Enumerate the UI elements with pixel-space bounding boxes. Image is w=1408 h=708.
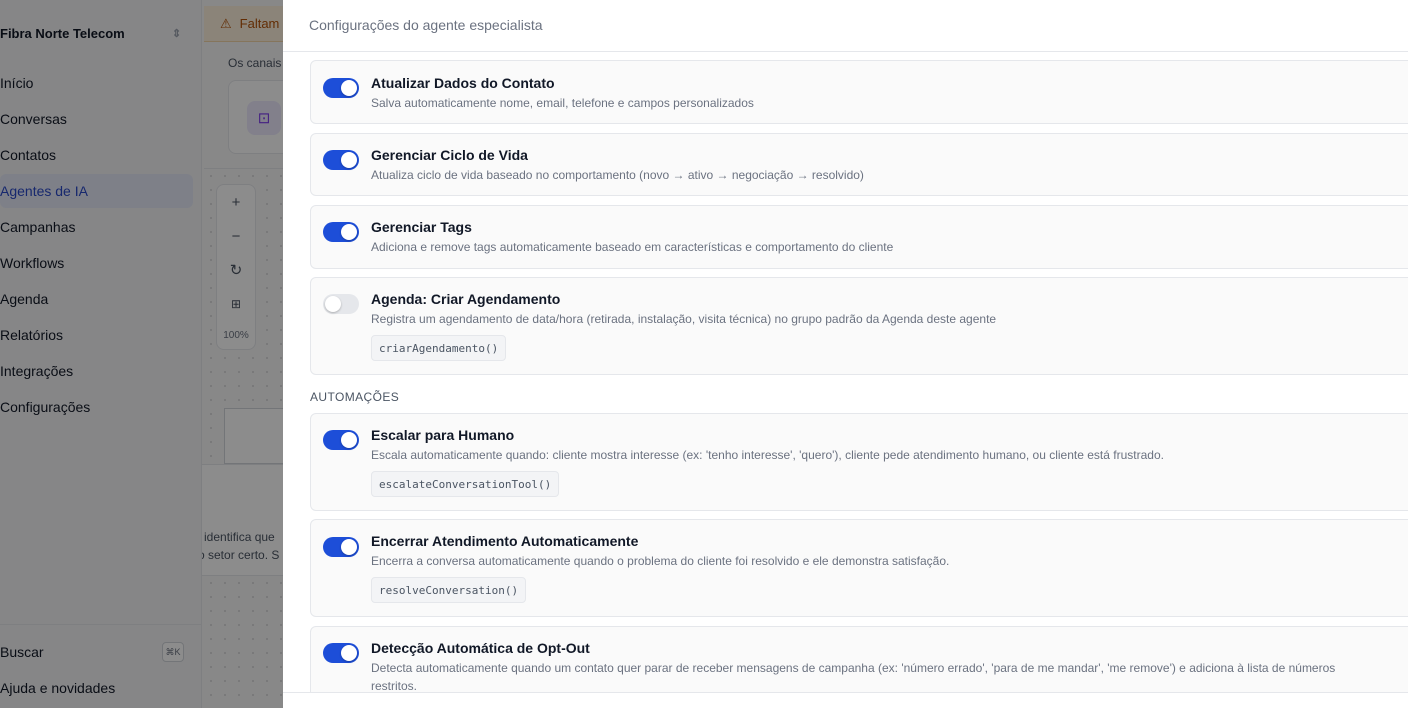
tool-function-code: criarAgendamento() (371, 335, 507, 361)
tool-title: Escalar para Humano (371, 427, 515, 443)
toggle-gerenciar-tags[interactable] (323, 222, 359, 242)
toggle-knob (341, 539, 357, 555)
tool-description: Salva automaticamente nome, email, telef… (371, 96, 754, 110)
toggle-opt-out[interactable] (323, 643, 359, 663)
tool-function-code: escalateConversationTool() (371, 471, 560, 497)
tool-description: Escala automaticamente quando: cliente m… (371, 448, 1164, 462)
tool-card-encerrar-atendimento: Encerrar Atendimento Automaticamente Enc… (310, 519, 1408, 617)
toggle-ciclo-de-vida[interactable] (323, 150, 359, 170)
toggle-knob (341, 152, 357, 168)
toggle-atualizar-dados[interactable] (323, 78, 359, 98)
toggle-escalar-humano[interactable] (323, 430, 359, 450)
toggle-knob (341, 80, 357, 96)
toggle-knob (341, 432, 357, 448)
tool-description: Adiciona e remove tags automaticamente b… (371, 240, 894, 254)
toggle-criar-agendamento[interactable] (323, 294, 359, 314)
tool-card-ciclo-de-vida: Gerenciar Ciclo de Vida Atualiza ciclo d… (310, 133, 1408, 196)
tool-title: Encerrar Atendimento Automaticamente (371, 533, 639, 549)
tool-title: Gerenciar Tags (371, 219, 472, 235)
agent-settings-drawer: Configurações do agente especialista Atu… (283, 0, 1408, 708)
drawer-content[interactable]: Atualizar Dados do Contato Salva automat… (283, 52, 1408, 692)
drawer-header: Configurações do agente especialista (283, 0, 1408, 52)
tool-title: Atualizar Dados do Contato (371, 75, 555, 91)
tool-description: Registra um agendamento de data/hora (re… (371, 312, 997, 326)
tool-description: Atualiza ciclo de vida baseado no compor… (371, 168, 864, 182)
section-automacoes-label: AUTOMAÇÕES (310, 390, 400, 404)
tool-card-opt-out: Detecção Automática de Opt-Out Detecta a… (310, 626, 1408, 692)
tool-title: Gerenciar Ciclo de Vida (371, 147, 528, 163)
tool-card-gerenciar-tags: Gerenciar Tags Adiciona e remove tags au… (310, 205, 1408, 269)
tool-card-criar-agendamento: Agenda: Criar Agendamento Registra um ag… (310, 277, 1408, 375)
toggle-knob (341, 645, 357, 661)
tool-card-escalar-humano: Escalar para Humano Escala automaticamen… (310, 413, 1408, 511)
tool-title: Detecção Automática de Opt-Out (371, 640, 590, 656)
drawer-footer (283, 692, 1408, 708)
toggle-knob (341, 224, 357, 240)
toggle-encerrar-atendimento[interactable] (323, 537, 359, 557)
drawer-title: Configurações do agente especialista (309, 17, 543, 33)
toggle-knob (325, 296, 341, 312)
tool-card-atualizar-dados: Atualizar Dados do Contato Salva automat… (310, 60, 1408, 124)
tool-description: Detecta automaticamente quando um contat… (371, 661, 1336, 692)
tool-description: Encerra a conversa automaticamente quand… (371, 554, 950, 568)
tool-function-code: resolveConversation() (371, 577, 527, 603)
tool-title: Agenda: Criar Agendamento (371, 291, 561, 307)
